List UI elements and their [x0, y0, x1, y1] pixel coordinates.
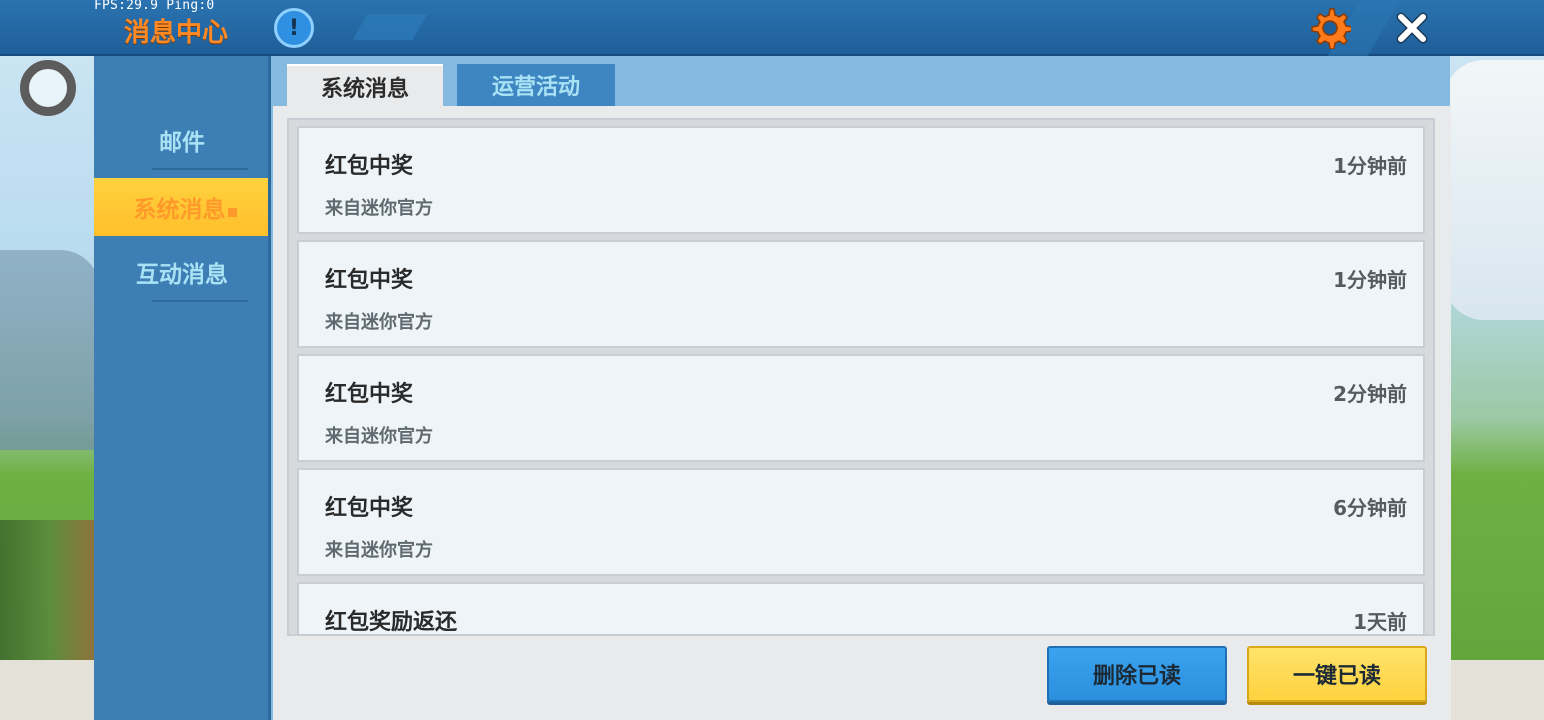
- background-cloud: [1444, 60, 1544, 320]
- background-ground: [0, 660, 100, 720]
- message-sender: 来自迷你官方: [325, 312, 433, 333]
- sidebar-item-interaction-messages[interactable]: 互动消息: [94, 244, 270, 300]
- background-blocks: [0, 520, 100, 660]
- header-decoration: [352, 14, 428, 40]
- tab-system-messages[interactable]: 系统消息: [287, 64, 443, 108]
- message-panel: 系统消息 运营活动 红包中奖 1分钟前 来自迷你官方 红包中奖 1分钟前 来自迷…: [268, 56, 1451, 720]
- sidebar-item-mail[interactable]: 邮件: [94, 112, 270, 168]
- message-title: 红包中奖: [325, 382, 414, 407]
- close-button[interactable]: [1392, 8, 1432, 48]
- message-item[interactable]: 红包奖励返还 1天前: [297, 582, 1425, 635]
- info-icon[interactable]: !: [274, 8, 314, 48]
- message-time: 1天前: [1353, 610, 1407, 634]
- message-item[interactable]: 红包中奖 6分钟前 来自迷你官方: [297, 468, 1425, 576]
- message-item[interactable]: 红包中奖 1分钟前 来自迷你官方: [297, 240, 1425, 348]
- message-title: 红包奖励返还: [325, 610, 458, 635]
- mark-all-read-button[interactable]: 一键已读: [1247, 646, 1427, 702]
- background-hill: [0, 250, 100, 450]
- active-marker: [227, 207, 237, 217]
- page-title: 消息中心: [124, 18, 229, 48]
- message-sender: 来自迷你官方: [325, 540, 433, 561]
- message-time: 2分钟前: [1333, 382, 1407, 406]
- sidebar-item-system-messages[interactable]: 系统消息: [94, 178, 276, 236]
- message-sender: 来自迷你官方: [325, 198, 433, 219]
- sidebar-divider: [152, 300, 248, 302]
- message-time: 1分钟前: [1333, 268, 1407, 292]
- tab-operations-events[interactable]: 运营活动: [457, 64, 615, 106]
- message-time: 6分钟前: [1333, 496, 1407, 520]
- tab-label: 系统消息: [320, 77, 409, 102]
- background-ground-right: [1444, 660, 1544, 720]
- tab-label: 运营活动: [491, 75, 580, 100]
- delete-read-button[interactable]: 删除已读: [1047, 646, 1227, 702]
- sidebar: 邮件 系统消息 互动消息: [94, 56, 276, 720]
- message-item[interactable]: 红包中奖 2分钟前 来自迷你官方: [297, 354, 1425, 462]
- message-item[interactable]: 红包中奖 1分钟前 来自迷你官方: [297, 126, 1425, 234]
- settings-button[interactable]: [1308, 6, 1352, 50]
- sidebar-item-label: 系统消息: [133, 197, 226, 223]
- message-title: 红包中奖: [325, 496, 414, 521]
- record-ring-icon[interactable]: [20, 60, 76, 116]
- button-label: 删除已读: [1092, 664, 1181, 689]
- info-symbol: !: [288, 15, 300, 41]
- gear-icon: [1311, 8, 1351, 49]
- message-title: 红包中奖: [325, 268, 414, 293]
- message-time: 1分钟前: [1333, 154, 1407, 178]
- header-bar: FPS:29.9 Ping:0 消息中心 !: [0, 0, 1544, 56]
- close-icon: [1396, 12, 1428, 44]
- sidebar-item-label: 互动消息: [136, 262, 228, 288]
- message-sender: 来自迷你官方: [325, 426, 433, 447]
- sidebar-item-label: 邮件: [159, 130, 205, 156]
- button-label: 一键已读: [1292, 664, 1381, 689]
- message-title: 红包中奖: [325, 154, 414, 179]
- message-list[interactable]: 红包中奖 1分钟前 来自迷你官方 红包中奖 1分钟前 来自迷你官方 红包中奖 2…: [287, 118, 1435, 636]
- sidebar-divider: [152, 168, 248, 170]
